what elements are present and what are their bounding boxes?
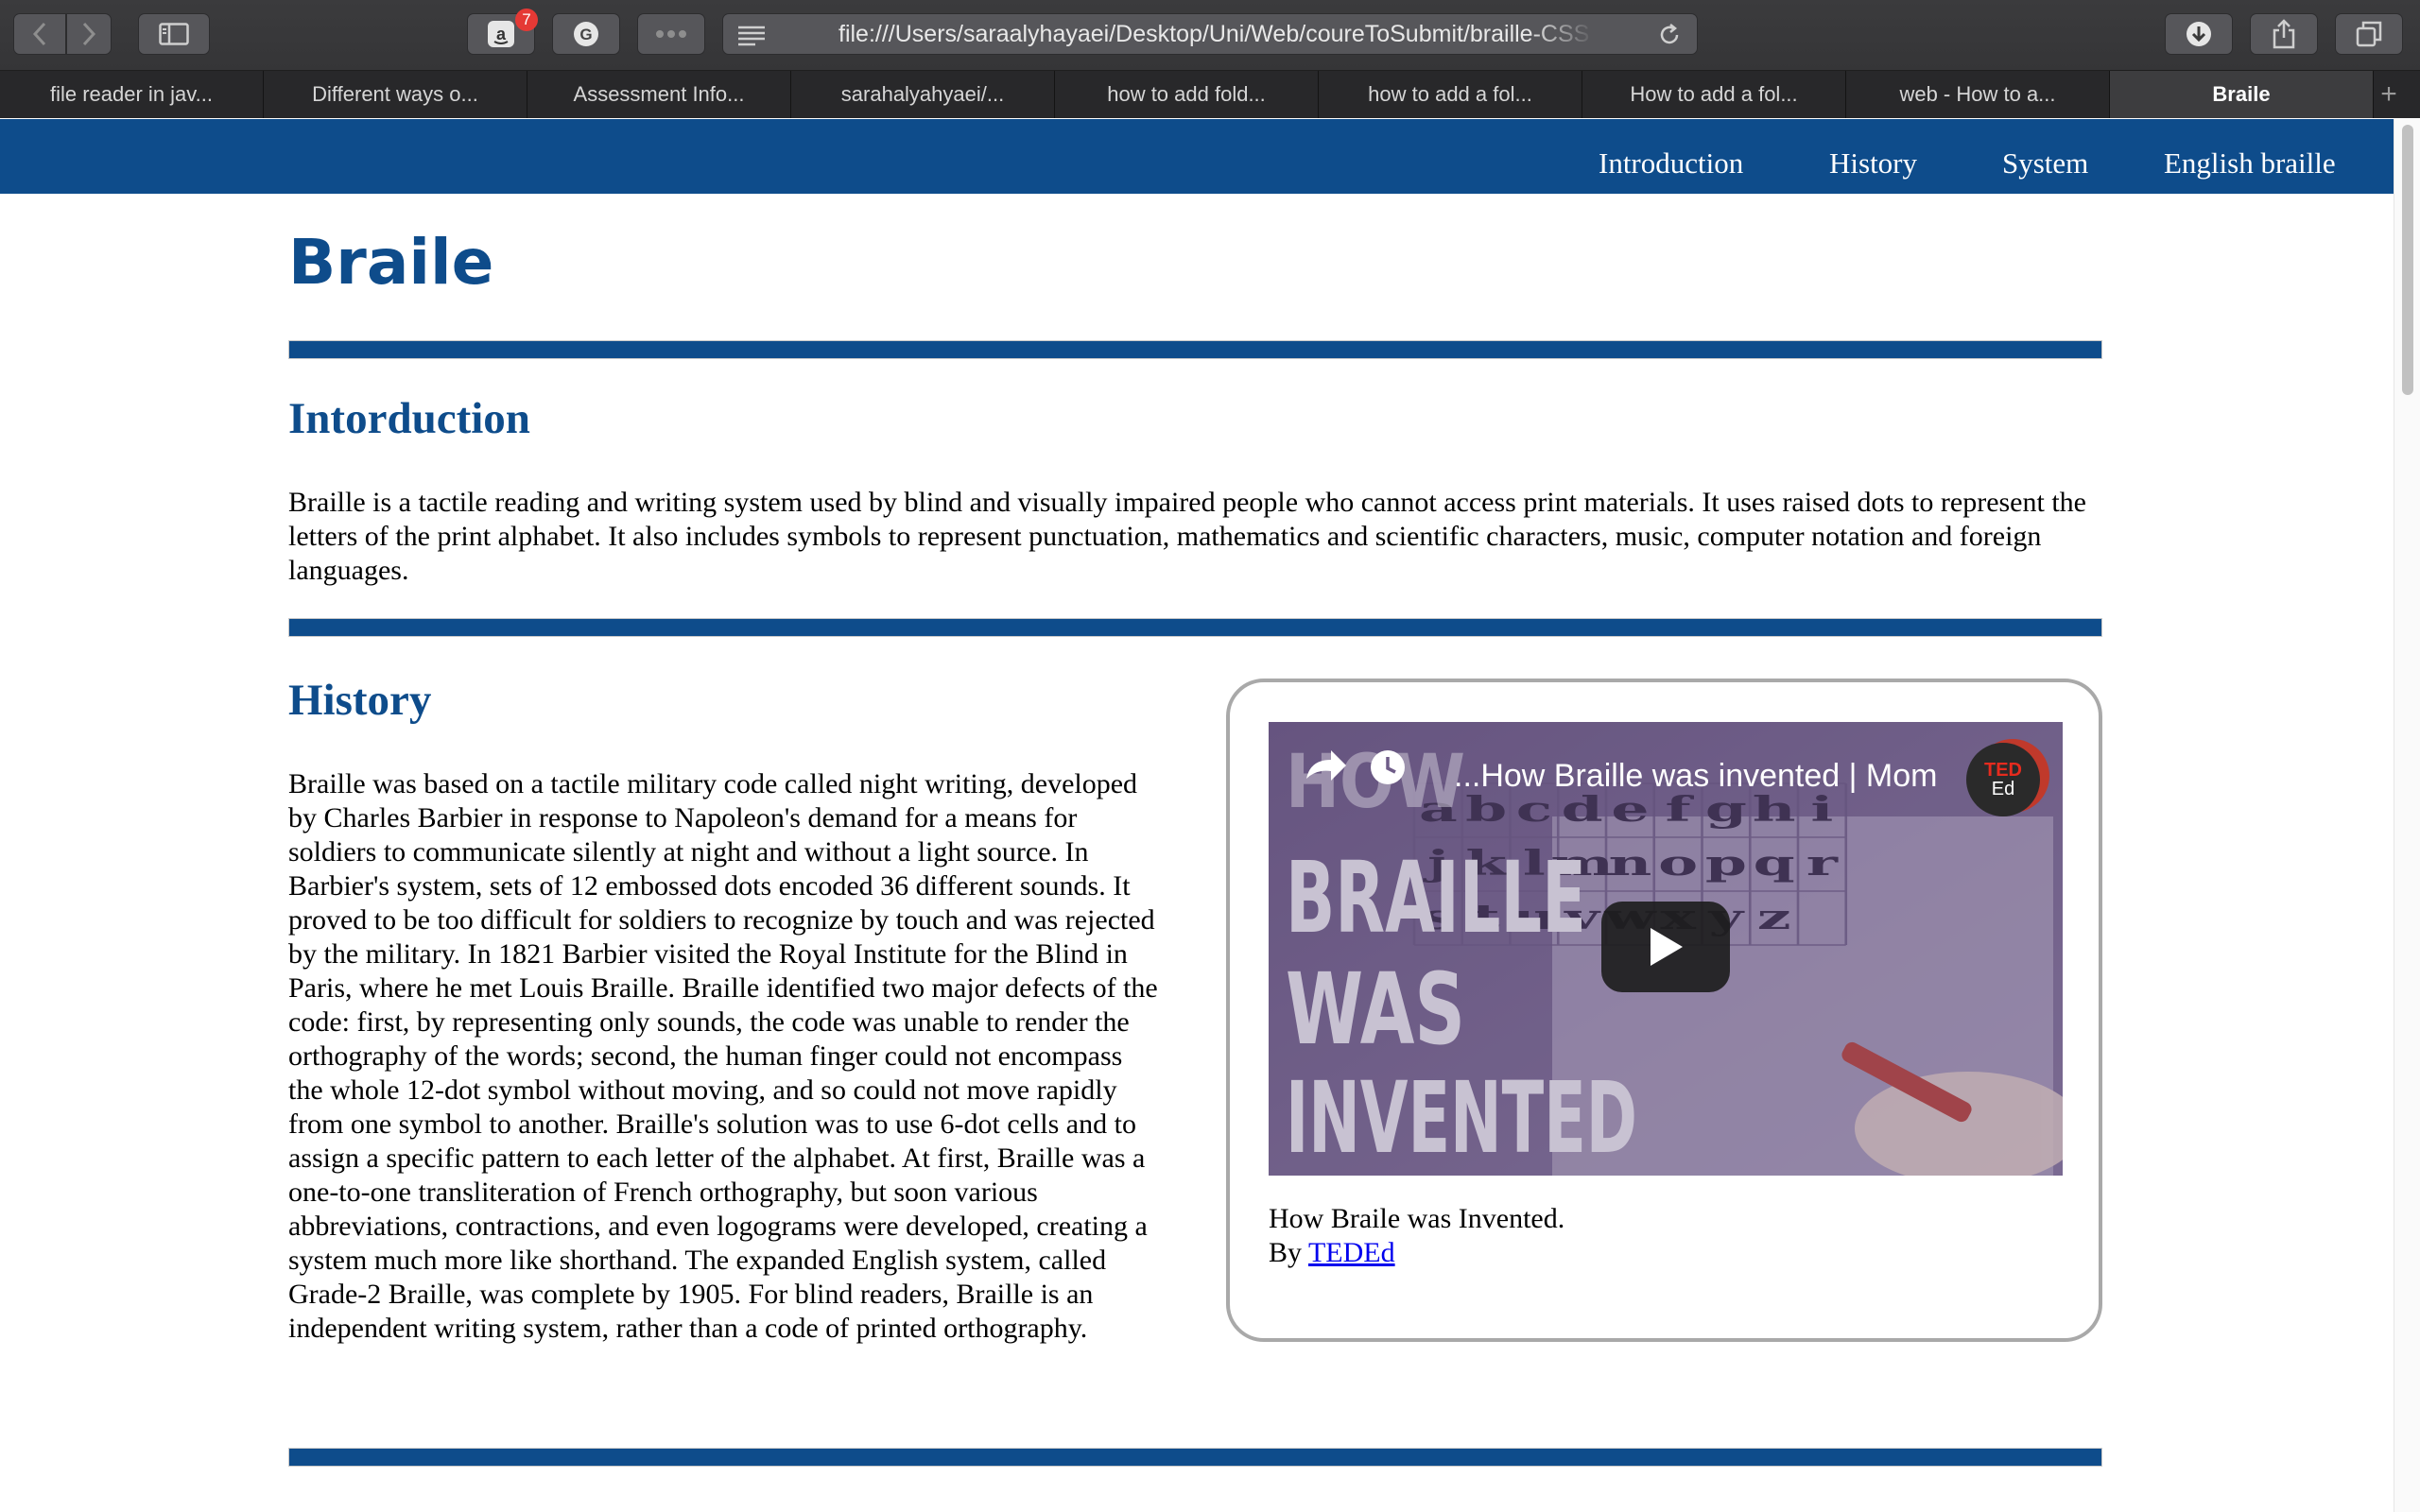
browser-tab[interactable]: how to add fold...: [1055, 71, 1319, 118]
extension-button[interactable]: [637, 13, 705, 55]
browser-tab[interactable]: file reader in jav...: [0, 71, 264, 118]
grammarly-extension-button[interactable]: G: [552, 13, 620, 55]
scrollbar-thumb[interactable]: [2402, 125, 2413, 395]
share-icon: [2273, 19, 2295, 49]
credit-link[interactable]: TEDEd: [1308, 1237, 1395, 1268]
sidebar-toggle-button[interactable]: [138, 13, 210, 55]
address-bar[interactable]: file:///Users/saraalyhayaei/Desktop/Uni/…: [722, 13, 1698, 55]
section-divider: [288, 618, 2102, 637]
introduction-heading: Intorduction: [288, 394, 530, 443]
sidebar-icon: [159, 23, 189, 45]
share-button[interactable]: [2250, 13, 2318, 55]
browser-tab[interactable]: how to add a fol...: [1319, 71, 1582, 118]
logo-text: TED: [1984, 760, 2022, 781]
browser-toolbar: a 7 G file:///Users/saraalyhayaei/Deskto…: [0, 0, 2420, 71]
vertical-scrollbar[interactable]: [2394, 119, 2420, 1512]
svg-text:G: G: [579, 26, 592, 43]
grammarly-icon: G: [574, 22, 598, 46]
embedded-video-player[interactable]: abcdefghijklmnopqrstuvwxyz HOW BRAILLE W…: [1269, 722, 2063, 1176]
video-card: abcdefghijklmnopqrstuvwxyz HOW BRAILLE W…: [1226, 679, 2102, 1342]
forward-button[interactable]: [66, 13, 112, 55]
introduction-paragraph: Braille is a tactile reading and writing…: [288, 487, 2086, 586]
credit-prefix: By: [1269, 1237, 1308, 1268]
play-icon: [1651, 928, 1683, 966]
site-navbar: Introduction History System English brai…: [0, 119, 2394, 194]
watch-later-icon[interactable]: [1369, 748, 1407, 786]
reload-icon[interactable]: [1657, 23, 1682, 47]
browser-tab[interactable]: Assessment Info...: [527, 71, 791, 118]
history-paragraph: Braille was based on a tactile military …: [288, 768, 1158, 1344]
browser-tab[interactable]: sarahalyahyaei/...: [791, 71, 1055, 118]
tab-overview-button[interactable]: [2335, 13, 2403, 55]
share-video-icon[interactable]: [1303, 747, 1348, 784]
back-button[interactable]: [13, 13, 66, 55]
section-divider: [288, 340, 2102, 359]
svg-text:a: a: [496, 25, 507, 43]
browser-tab[interactable]: How to add a fol...: [1582, 71, 1846, 118]
nav-link-history[interactable]: History: [1829, 119, 1917, 194]
channel-logo[interactable]: TED Ed: [1966, 743, 2040, 816]
history-heading: History: [288, 676, 432, 725]
notification-badge: 7: [515, 9, 538, 31]
forward-arrow-icon: [82, 22, 96, 46]
section-divider: [288, 1448, 2102, 1467]
download-icon: [2187, 22, 2211, 46]
browser-tab[interactable]: Different ways o...: [264, 71, 527, 118]
reader-icon[interactable]: [736, 24, 767, 46]
caption-text: How Braile was Invented.: [1269, 1203, 1565, 1234]
nav-link-introduction[interactable]: Introduction: [1599, 119, 1743, 194]
back-arrow-icon: [32, 22, 46, 46]
url-text: file:///Users/saraalyhayaei/Desktop/Uni/…: [838, 14, 1595, 54]
video-title[interactable]: ...How Braille was invented | Mom: [1454, 758, 1937, 795]
extension-dots-icon: [656, 30, 686, 38]
tab-bar: file reader in jav... Different ways o..…: [0, 71, 2420, 118]
browser-tab[interactable]: web - How to a...: [1846, 71, 2110, 118]
play-button[interactable]: [1601, 902, 1730, 992]
amazon-icon: a: [488, 21, 514, 47]
amazon-extension-button[interactable]: a 7: [467, 9, 538, 55]
downloads-button[interactable]: [2165, 13, 2233, 55]
nav-link-system[interactable]: System: [2002, 119, 2088, 194]
nav-link-english-braille[interactable]: English braille: [2164, 119, 2336, 194]
tabs-overview-icon: [2356, 21, 2382, 47]
active-browser-tab[interactable]: Braile: [2110, 71, 2374, 118]
video-caption: How Braile was Invented. By TEDEd: [1269, 1202, 1564, 1270]
logo-text: Ed: [1991, 779, 2015, 799]
page-title: Braile: [288, 226, 494, 299]
new-tab-button[interactable]: +: [2376, 71, 2402, 118]
page-viewport: Introduction History System English brai…: [0, 119, 2420, 1512]
